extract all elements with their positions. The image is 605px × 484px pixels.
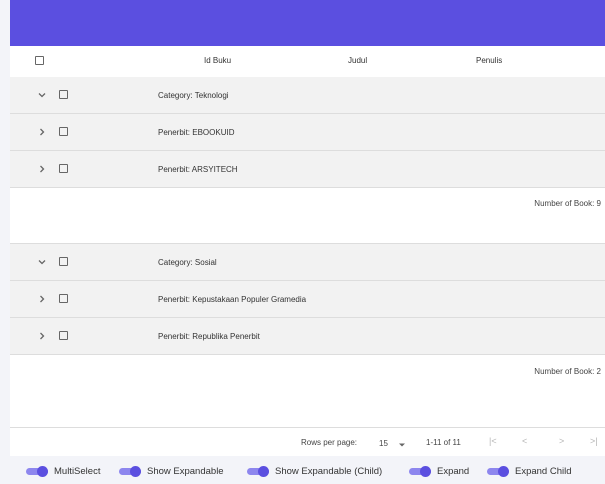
subgroup-label: Penerbit: Republika Penerbit <box>158 332 260 341</box>
toggle-label: Show Expandable (Child) <box>275 466 383 477</box>
chevron-down-icon[interactable] <box>36 256 48 268</box>
row-checkbox[interactable] <box>59 164 68 173</box>
book-count: Number of Book: 9 <box>534 199 601 208</box>
column-header-id[interactable]: Id Buku <box>204 56 231 65</box>
subgroup-label: Penerbit: ARSYITECH <box>158 165 238 174</box>
group-row-sosial[interactable]: Category: Sosial <box>10 244 605 281</box>
row-checkbox[interactable] <box>59 331 68 340</box>
book-count: Number of Book: 2 <box>534 367 601 376</box>
column-header-title[interactable]: Judul <box>348 56 367 65</box>
toggle-label: MultiSelect <box>54 466 101 477</box>
group-label: Category: Teknologi <box>158 91 229 100</box>
row-checkbox[interactable] <box>59 127 68 136</box>
chevron-right-icon[interactable] <box>36 126 48 138</box>
subgroup-row[interactable]: Penerbit: ARSYITECH <box>10 151 605 188</box>
last-page-icon[interactable]: >| <box>590 436 598 446</box>
switch-on-icon[interactable] <box>487 466 509 477</box>
subgroup-row[interactable]: Penerbit: EBOOKUID <box>10 114 605 151</box>
rows-per-page-value: 15 <box>379 439 388 448</box>
rows-per-page-select[interactable]: 15 <box>370 437 410 451</box>
dropdown-arrow-icon <box>398 441 406 450</box>
options-toggle-bar: MultiSelect Show Expandable Show Expanda… <box>0 456 605 484</box>
chevron-right-icon[interactable] <box>36 293 48 305</box>
row-checkbox[interactable] <box>59 90 68 99</box>
toggle-label: Show Expandable <box>147 466 224 477</box>
column-header-author[interactable]: Penulis <box>476 56 502 65</box>
chevron-right-icon[interactable] <box>36 163 48 175</box>
group-summary-row: Number of Book: 2 <box>10 355 605 428</box>
group-label: Category: Sosial <box>158 258 217 267</box>
switch-on-icon[interactable] <box>119 466 141 477</box>
subgroup-row[interactable]: Penerbit: Kepustakaan Populer Gramedia <box>10 281 605 318</box>
switch-on-icon[interactable] <box>247 466 269 477</box>
page-range: 1-11 of 11 <box>426 438 461 447</box>
data-table: Id Buku Judul Penulis Category: Teknolog… <box>10 46 605 456</box>
pagination-footer: Rows per page: 15 1-11 of 11 |< < > >| <box>10 428 605 456</box>
chevron-down-icon[interactable] <box>36 89 48 101</box>
prev-page-icon[interactable]: < <box>522 436 527 446</box>
first-page-icon[interactable]: |< <box>489 436 497 446</box>
toggle-label: Expand <box>437 466 470 477</box>
switch-on-icon[interactable] <box>26 466 48 477</box>
group-summary-row: Number of Book: 9 <box>10 188 605 244</box>
row-checkbox[interactable] <box>59 294 68 303</box>
group-row-teknologi[interactable]: Category: Teknologi <box>10 77 605 114</box>
table-header-row: Id Buku Judul Penulis <box>10 46 605 78</box>
chevron-right-icon[interactable] <box>36 330 48 342</box>
row-checkbox[interactable] <box>59 257 68 266</box>
toggle-label: Expand Child <box>515 466 572 477</box>
rows-per-page-label: Rows per page: <box>301 438 358 447</box>
app-header-bar <box>10 0 605 46</box>
next-page-icon[interactable]: > <box>559 436 564 446</box>
switch-on-icon[interactable] <box>409 466 431 477</box>
subgroup-label: Penerbit: Kepustakaan Populer Gramedia <box>158 295 307 304</box>
select-all-checkbox[interactable] <box>35 56 44 65</box>
subgroup-row[interactable]: Penerbit: Republika Penerbit <box>10 318 605 355</box>
subgroup-label: Penerbit: EBOOKUID <box>158 128 235 137</box>
